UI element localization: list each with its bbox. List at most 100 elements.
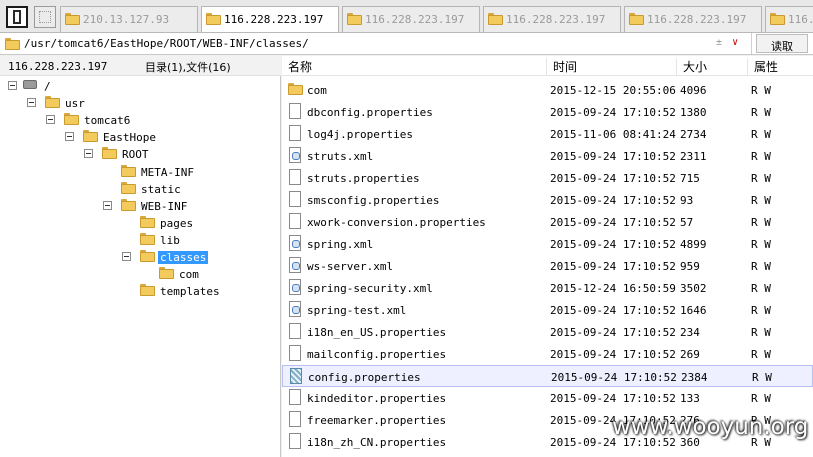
- tab-4[interactable]: 116.228.223.197: [624, 6, 762, 32]
- table-row[interactable]: spring-test.xml 2015-09-24 17:10:52 1646 R …: [282, 299, 813, 321]
- table-row[interactable]: log4j.properties 2015-11-06 08:41:24 2734 R…: [282, 123, 813, 145]
- table-row[interactable]: spring.xml 2015-09-24 17:10:52 4899 R W: [282, 233, 813, 255]
- updown-icon[interactable]: ±: [716, 37, 722, 48]
- tree-node[interactable]: lib: [0, 231, 281, 248]
- table-row[interactable]: smsconfig.properties 2015-09-24 17:10:52 9…: [282, 189, 813, 211]
- tree-node[interactable]: META-INF: [0, 163, 281, 180]
- file-name: smsconfig.properties: [307, 194, 440, 207]
- tree-node-label: META-INF: [141, 165, 194, 179]
- tree-node[interactable]: ROOT: [0, 145, 281, 162]
- file-name: i18n_zh_CN.properties: [307, 436, 447, 449]
- file-name: freemarker.properties: [307, 414, 447, 427]
- dropdown-icon[interactable]: ∨: [732, 37, 738, 48]
- collapse-icon[interactable]: [103, 200, 112, 210]
- table-row[interactable]: spring-security.xml 2015-12-24 16:50:59 35…: [282, 277, 813, 299]
- tree-node[interactable]: templates: [0, 282, 281, 299]
- collapse-icon[interactable]: [84, 149, 93, 159]
- list-header: 名称 时间 大小 属性: [282, 56, 813, 76]
- column-size[interactable]: 大小: [676, 58, 707, 76]
- collapse-icon[interactable]: [27, 98, 36, 108]
- column-time[interactable]: 时间: [546, 58, 577, 76]
- panel-toggle-button[interactable]: [6, 6, 28, 28]
- table-row[interactable]: ws-server.xml 2015-09-24 17:10:52 959 R W: [282, 255, 813, 277]
- table-row[interactable]: com 2015-12-15 20:55:06 4096 R W: [282, 79, 813, 101]
- folder-icon: [347, 13, 362, 25]
- file-name: ws-server.xml: [307, 260, 394, 273]
- table-row[interactable]: config.properties 2015-09-24 17:10:52 2384…: [282, 365, 813, 387]
- file-size: 959: [680, 260, 700, 273]
- file-size: 1646: [680, 304, 707, 317]
- tree-node-label: classes: [158, 251, 209, 264]
- tree-node[interactable]: /: [0, 77, 281, 94]
- tab-0[interactable]: 210.13.127.93: [60, 6, 198, 32]
- table-row[interactable]: dbconfig.properties 2015-09-24 17:10:52 13…: [282, 101, 813, 123]
- file-time: 2015-09-24 17:10:52: [550, 106, 676, 119]
- table-row[interactable]: struts.properties 2015-09-24 17:10:52 715 R…: [282, 167, 813, 189]
- folder-icon: [140, 284, 155, 297]
- folder-icon: [159, 267, 174, 280]
- tree-node[interactable]: EastHope: [0, 128, 281, 145]
- folder-icon: [288, 83, 303, 95]
- file-attr: R W: [751, 150, 771, 163]
- tab-1[interactable]: 116.228.223.197: [201, 6, 339, 32]
- file-name: kindeditor.properties: [307, 392, 447, 405]
- tree-node[interactable]: com: [0, 265, 281, 282]
- folder-icon: [102, 147, 117, 160]
- file-name: i18n_en_US.properties: [307, 326, 447, 339]
- file-attr: R W: [751, 260, 771, 273]
- file-attr: R W: [751, 194, 771, 207]
- tree-node-label: lib: [160, 233, 180, 247]
- new-tab-button[interactable]: [34, 6, 56, 28]
- collapse-icon[interactable]: [8, 81, 17, 90]
- dir-summary: 目录(1),文件(16): [145, 61, 231, 74]
- path-input[interactable]: /usr/tomcat6/EastHope/ROOT/WEB-INF/class…: [0, 33, 752, 54]
- file-icon: [289, 103, 301, 119]
- file-size: 3502: [680, 282, 707, 295]
- tree-node[interactable]: WEB-INF: [0, 197, 281, 214]
- file-icon: [289, 169, 301, 185]
- tab-label: 116.228.223.197: [788, 13, 813, 26]
- tree-node[interactable]: pages: [0, 214, 281, 231]
- tab-5[interactable]: 116.228.223.197: [765, 6, 813, 32]
- file-size: 715: [680, 172, 700, 185]
- file-name: log4j.properties: [307, 128, 413, 141]
- tree-node[interactable]: tomcat6: [0, 111, 281, 128]
- file-attr: R W: [751, 106, 771, 119]
- tree-node[interactable]: classes: [0, 248, 281, 265]
- table-row[interactable]: xwork-conversion.properties 2015-09-24 17…: [282, 211, 813, 233]
- host-label: 116.228.223.197: [8, 60, 108, 73]
- column-name[interactable]: 名称: [282, 58, 312, 76]
- table-row[interactable]: struts.xml 2015-09-24 17:10:52 2311 R W: [282, 145, 813, 167]
- file-attr: R W: [751, 282, 771, 295]
- file-name: spring-security.xml: [307, 282, 433, 295]
- tab-label: 116.228.223.197: [365, 13, 465, 26]
- column-attr[interactable]: 属性: [747, 58, 778, 76]
- file-time: 2015-11-06 08:41:24: [550, 128, 676, 141]
- file-size: 93: [680, 194, 694, 207]
- tree-node[interactable]: usr: [0, 94, 281, 111]
- tab-label: 116.228.223.197: [224, 13, 324, 26]
- table-row[interactable]: mailconfig.properties 2015-09-24 17:10:52…: [282, 343, 813, 365]
- file-size: 269: [680, 348, 700, 361]
- tree-node[interactable]: static: [0, 180, 281, 197]
- collapse-icon[interactable]: [122, 252, 131, 261]
- file-attr: R W: [751, 128, 771, 141]
- collapse-icon[interactable]: [46, 115, 55, 125]
- file-name: com: [307, 84, 327, 97]
- folder-icon: [121, 181, 136, 194]
- file-size: 4096: [680, 84, 707, 97]
- file-icon: [290, 368, 302, 384]
- file-icon: [289, 389, 301, 405]
- table-row[interactable]: kindeditor.properties 2015-09-24 17:10:52…: [282, 387, 813, 409]
- file-attr: R W: [751, 304, 771, 317]
- read-button[interactable]: 读取: [756, 34, 808, 53]
- tab-2[interactable]: 116.228.223.197: [342, 6, 480, 32]
- file-name: mailconfig.properties: [307, 348, 447, 361]
- file-size: 4899: [680, 238, 707, 251]
- table-row[interactable]: i18n_en_US.properties 2015-09-24 17:10:52…: [282, 321, 813, 343]
- tree-node-label: EastHope: [103, 131, 156, 145]
- file-size: 133: [680, 392, 700, 405]
- collapse-icon[interactable]: [65, 132, 74, 142]
- tab-3[interactable]: 116.228.223.197: [483, 6, 621, 32]
- file-attr: R W: [751, 216, 771, 229]
